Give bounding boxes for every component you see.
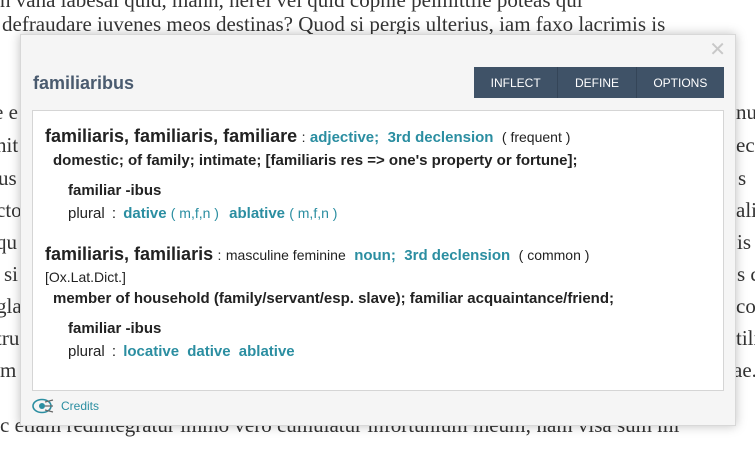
inflection-row: plural : locative dative ablative bbox=[68, 343, 295, 360]
entry-source: [Ox.Lat.Dict.] bbox=[45, 269, 126, 285]
background-right-fragment: s c bbox=[737, 262, 755, 286]
tab-define[interactable]: DEFINE bbox=[558, 67, 637, 98]
inflection-row: plural : dative ( m,f,n ) ablative ( m,f… bbox=[68, 205, 338, 222]
case-ablative: ablative bbox=[229, 205, 286, 222]
popup-headword: familiaribus bbox=[33, 73, 135, 93]
background-right-fragment: ae. bbox=[733, 358, 755, 382]
part-of-speech: noun; bbox=[354, 247, 396, 264]
case-ablative: ablative bbox=[238, 343, 295, 360]
background-left-fragment: gla bbox=[0, 294, 22, 318]
entry-separator: : bbox=[301, 129, 306, 145]
background-right-fragment: s bbox=[738, 166, 747, 190]
dictionary-popup: ✕ familiaribus INFLECT DEFINE OPTIONS fa… bbox=[20, 34, 736, 426]
case-genders: ( m,f,n ) bbox=[170, 205, 219, 221]
case-genders: ( m,f,n ) bbox=[289, 205, 338, 221]
background-right-fragment: ali bbox=[736, 198, 755, 222]
background-left-fragment: m bbox=[0, 358, 17, 382]
entry-separator: : bbox=[217, 247, 222, 263]
case-locative: locative bbox=[123, 343, 180, 360]
background-left-fragment: e e bbox=[0, 100, 18, 124]
popup-tab-bar: INFLECT DEFINE OPTIONS bbox=[474, 67, 724, 98]
dictionary-entry: familiaris, familiaris : masculine femin… bbox=[45, 244, 715, 360]
case-dative: dative bbox=[187, 343, 231, 360]
background-right-fragment: is bbox=[737, 230, 752, 254]
tab-options[interactable]: OPTIONS bbox=[637, 67, 724, 98]
gender-label: masculine feminine bbox=[225, 247, 346, 263]
close-icon[interactable]: ✕ bbox=[709, 40, 726, 60]
background-left-fragment: us bbox=[0, 166, 17, 190]
inflection-content: familiaris, familiaris, familiare : adje… bbox=[32, 110, 724, 391]
background-right-fragment: tili bbox=[736, 326, 755, 350]
credits-link[interactable]: Credits bbox=[32, 398, 99, 414]
frequency: ( frequent ) bbox=[501, 129, 571, 145]
declension: 3rd declension bbox=[404, 247, 511, 264]
background-right-fragment: nu bbox=[736, 100, 755, 124]
tab-inflect[interactable]: INFLECT bbox=[474, 67, 559, 98]
entry-lemma: familiaris, familiaris bbox=[45, 244, 214, 264]
inflection-form: familiar -ibus bbox=[68, 320, 162, 337]
credits-label: Credits bbox=[61, 399, 100, 413]
background-left-fragment: cto bbox=[0, 198, 22, 222]
background-right-fragment: co bbox=[736, 294, 755, 318]
frequency: ( common ) bbox=[518, 247, 590, 263]
logo-icon bbox=[32, 398, 54, 414]
entry-lemma: familiaris, familiaris, familiare bbox=[45, 126, 298, 146]
case-dative: dative bbox=[123, 205, 167, 222]
inflection-form: familiar -ibus bbox=[68, 182, 162, 199]
declension: 3rd declension bbox=[387, 129, 494, 146]
dictionary-entry: familiaris, familiaris, familiare : adje… bbox=[45, 126, 715, 222]
background-left-fragment: nit bbox=[0, 133, 19, 157]
number-label: plural bbox=[68, 343, 105, 360]
entry-definition: domestic; of family; intimate; [familiar… bbox=[53, 152, 578, 169]
part-of-speech: adjective; bbox=[309, 129, 380, 146]
number-label: plural bbox=[68, 205, 105, 222]
background-right-fragment: eci bbox=[736, 133, 755, 157]
entry-definition: member of household (family/servant/esp.… bbox=[53, 290, 614, 307]
background-left-fragment: tru bbox=[0, 326, 20, 350]
background-left-fragment: qu bbox=[0, 230, 17, 254]
background-left-fragment: si bbox=[4, 262, 19, 286]
